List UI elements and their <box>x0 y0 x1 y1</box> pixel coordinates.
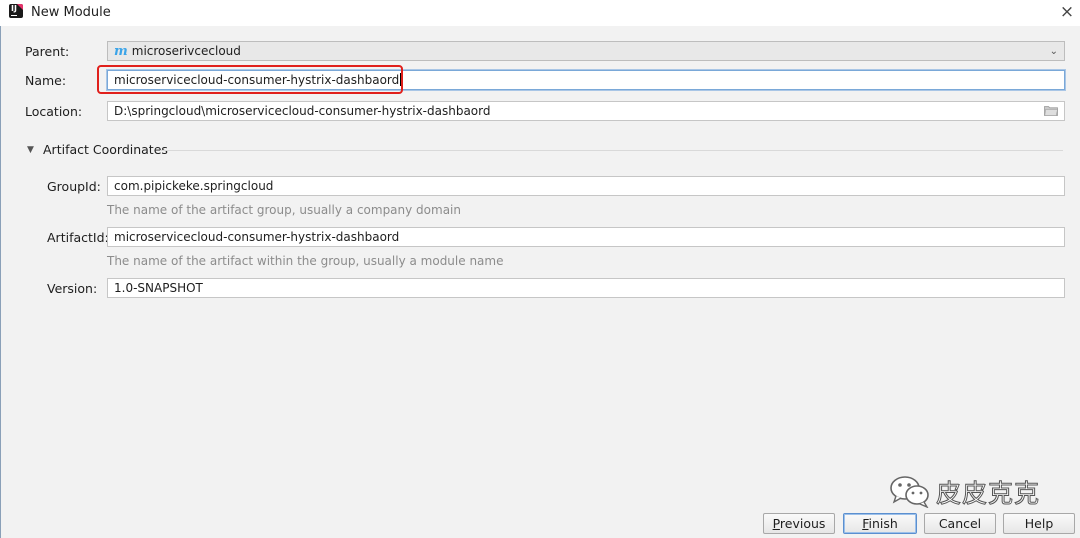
artifactid-value: microservicecloud-consumer-hystrix-dashb… <box>114 230 400 244</box>
parent-value: microserivcecloud <box>131 44 241 58</box>
name-label: Name: <box>25 73 67 88</box>
maven-module-icon: m <box>114 44 128 59</box>
chevron-down-icon[interactable]: ⌄ <box>1050 43 1058 60</box>
watermark: 皮皮克克 <box>888 474 1040 510</box>
finish-button[interactable]: Finish <box>843 513 917 534</box>
artifactid-input[interactable]: microservicecloud-consumer-hystrix-dashb… <box>107 227 1065 247</box>
section-divider <box>160 150 1063 151</box>
intellij-app-icon: IJ <box>9 4 23 18</box>
cancel-button[interactable]: Cancel <box>924 513 996 534</box>
groupid-label: GroupId: <box>47 179 101 194</box>
window-left-edge <box>0 0 1 538</box>
groupid-input[interactable]: com.pipickeke.springcloud <box>107 176 1065 196</box>
location-label: Location: <box>25 104 83 119</box>
groupid-value: com.pipickeke.springcloud <box>114 179 274 193</box>
location-value: D:\springcloud\microservicecloud-consume… <box>114 104 491 118</box>
parent-combobox[interactable]: m microserivcecloud ⌄ <box>107 41 1065 61</box>
folder-icon[interactable] <box>1044 105 1058 116</box>
watermark-text: 皮皮克克 <box>935 479 1041 509</box>
artifactid-hint: The name of the artifact within the grou… <box>107 254 504 268</box>
groupid-hint: The name of the artifact group, usually … <box>107 203 461 217</box>
window-title: New Module <box>31 5 111 20</box>
version-label: Version: <box>47 281 98 296</box>
artifact-section-title[interactable]: Artifact Coordinates <box>43 142 168 157</box>
collapse-triangle-icon[interactable]: ▼ <box>27 145 34 155</box>
previous-button[interactable]: Previous <box>763 513 835 534</box>
title-bar: IJ New Module × <box>0 0 1080 26</box>
artifactid-label: ArtifactId: <box>47 230 109 245</box>
version-value: 1.0-SNAPSHOT <box>114 281 203 295</box>
highlight-box <box>97 65 403 94</box>
help-button[interactable]: Help <box>1003 513 1075 534</box>
version-input[interactable]: 1.0-SNAPSHOT <box>107 278 1065 298</box>
close-icon[interactable]: × <box>1058 3 1076 21</box>
parent-label: Parent: <box>25 44 70 59</box>
location-input[interactable]: D:\springcloud\microservicecloud-consume… <box>107 101 1065 121</box>
wechat-icon <box>890 476 929 509</box>
